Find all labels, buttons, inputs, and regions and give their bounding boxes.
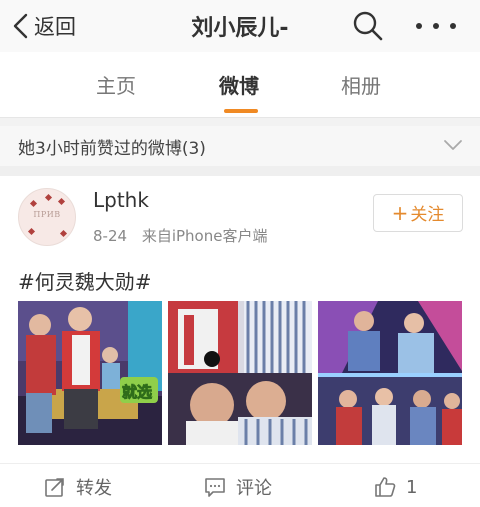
more-icon bbox=[416, 23, 422, 29]
repost-label: 转发 bbox=[76, 478, 112, 499]
tab-weibo[interactable]: 微博 bbox=[219, 70, 259, 99]
thumbs-up-icon bbox=[375, 477, 396, 497]
post-card: ПРИВ Lpthk 8-24 来自iPhone客户端 + 关注 #何灵魏大勋# … bbox=[0, 176, 480, 507]
post-hashtag[interactable]: #何灵魏大勋# bbox=[18, 266, 152, 295]
photo-image bbox=[168, 301, 312, 445]
chevron-down-icon bbox=[444, 140, 462, 150]
photo-image: 就选 bbox=[18, 301, 162, 445]
back-button[interactable]: 返回 bbox=[12, 8, 76, 44]
post-divider bbox=[0, 463, 480, 464]
liked-posts-text: 她3小时前赞过的微博(3) bbox=[18, 139, 206, 159]
search-button[interactable] bbox=[352, 10, 384, 42]
section-separator bbox=[0, 166, 480, 176]
section-separator bbox=[0, 118, 480, 126]
plus-icon: + bbox=[391, 201, 409, 225]
post-source: 来自iPhone客户端 bbox=[141, 227, 268, 245]
like-button[interactable]: 1 bbox=[374, 474, 417, 500]
liked-posts-header[interactable]: 她3小时前赞过的微博(3) bbox=[0, 126, 480, 166]
more-icon-dot bbox=[433, 23, 439, 29]
post-date: 8-24 bbox=[93, 227, 128, 245]
follow-button[interactable]: + 关注 bbox=[373, 194, 463, 232]
repost-icon bbox=[45, 478, 64, 497]
like-count: 1 bbox=[406, 476, 418, 498]
repost-button[interactable]: 转发 bbox=[44, 474, 112, 500]
tab-home[interactable]: 主页 bbox=[96, 70, 136, 99]
post-photo-2[interactable] bbox=[168, 301, 312, 445]
comment-icon bbox=[205, 478, 225, 497]
active-tab-indicator bbox=[224, 109, 258, 113]
post-meta: 8-24 来自iPhone客户端 bbox=[93, 225, 267, 246]
back-label: 返回 bbox=[34, 15, 76, 39]
avatar-logo-text: ПРИВ bbox=[33, 210, 61, 219]
more-button[interactable] bbox=[416, 12, 456, 40]
post-username[interactable]: Lpthk bbox=[93, 188, 149, 212]
search-icon bbox=[353, 11, 383, 41]
avatar[interactable]: ПРИВ bbox=[18, 188, 76, 246]
photo-image bbox=[318, 301, 462, 445]
photo-caption: 就选 bbox=[122, 383, 152, 401]
comment-button[interactable]: 评论 bbox=[204, 474, 272, 500]
chevron-left-icon bbox=[13, 13, 28, 39]
tab-album[interactable]: 相册 bbox=[341, 70, 381, 99]
navbar: 返回 刘小辰儿- bbox=[0, 0, 480, 52]
post-photo-1[interactable]: 就选 bbox=[18, 301, 162, 445]
post-photo-3[interactable] bbox=[318, 301, 462, 445]
more-icon-dot bbox=[450, 23, 456, 29]
profile-tabs: 主页 微博 相册 bbox=[0, 52, 480, 118]
comment-label: 评论 bbox=[236, 478, 272, 499]
follow-label: 关注 bbox=[410, 205, 445, 225]
